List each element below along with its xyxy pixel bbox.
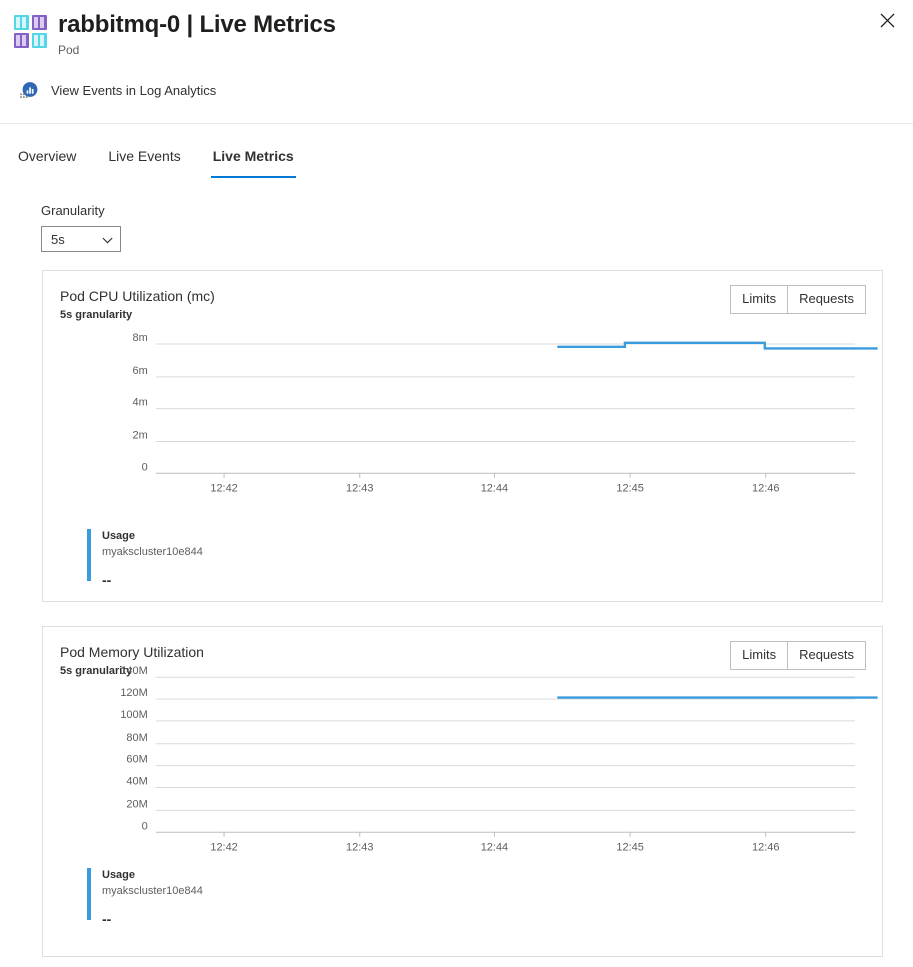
svg-text:12:43: 12:43 <box>346 842 373 854</box>
svg-text:4m: 4m <box>133 397 148 409</box>
pod-memory-utilization-card: Pod Memory Utilization 5s granularity Li… <box>42 626 883 957</box>
pod-grid-icon <box>14 15 48 49</box>
granularity-control: Granularity 5s <box>0 178 913 252</box>
page-header: rabbitmq-0 | Live Metrics Pod <box>0 0 913 58</box>
mem-legend: Usage myakscluster10e844 -- <box>87 868 203 927</box>
svg-text:2m: 2m <box>133 430 148 442</box>
pod-cpu-utilization-card: Pod CPU Utilization (mc) 5s granularity … <box>42 270 883 602</box>
svg-text:12:44: 12:44 <box>481 483 508 495</box>
svg-text:60M: 60M <box>126 754 147 766</box>
page-subtitle: Pod <box>58 43 80 57</box>
granularity-select[interactable]: 5s <box>41 226 121 252</box>
page-title: rabbitmq-0 | Live Metrics <box>58 11 336 38</box>
log-analytics-chart-icon <box>18 80 40 102</box>
svg-text:20M: 20M <box>126 798 147 810</box>
svg-text:12:46: 12:46 <box>752 483 779 495</box>
granularity-label: Granularity <box>41 203 105 218</box>
tab-overview[interactable]: Overview <box>16 140 78 178</box>
svg-text:12:42: 12:42 <box>210 483 237 495</box>
svg-text:40M: 40M <box>126 776 147 788</box>
close-button[interactable] <box>871 6 903 38</box>
svg-text:120M: 120M <box>120 687 147 699</box>
svg-text:0: 0 <box>142 461 148 473</box>
cpu-legend-value: -- <box>102 572 112 588</box>
svg-text:140M: 140M <box>120 665 147 677</box>
svg-text:12:45: 12:45 <box>616 483 643 495</box>
tab-live-events[interactable]: Live Events <box>106 140 182 178</box>
svg-text:0: 0 <box>142 820 148 832</box>
view-events-label: View Events in Log Analytics <box>51 83 217 98</box>
tab-live-metrics[interactable]: Live Metrics <box>210 140 296 178</box>
svg-text:12:43: 12:43 <box>346 483 373 495</box>
mem-legend-series-name: Usage <box>102 869 136 881</box>
cpu-legend: Usage myakscluster10e844 -- <box>87 529 203 588</box>
svg-text:8m: 8m <box>133 332 148 344</box>
cpu-legend-series-source: myakscluster10e844 <box>102 546 203 558</box>
chevron-down-icon <box>102 232 113 247</box>
svg-text:80M: 80M <box>126 732 147 744</box>
cpu-legend-series-name: Usage <box>102 530 136 542</box>
svg-text:12:44: 12:44 <box>481 842 508 854</box>
title-block: rabbitmq-0 | Live Metrics Pod <box>58 10 336 58</box>
granularity-value: 5s <box>51 231 65 247</box>
mem-legend-series-source: myakscluster10e844 <box>102 885 203 897</box>
view-events-in-log-analytics-button[interactable]: View Events in Log Analytics <box>18 80 216 102</box>
tab-list: Overview Live Events Live Metrics <box>0 140 913 178</box>
command-bar: View Events in Log Analytics <box>0 58 913 124</box>
cpu-legend-color-bar <box>87 529 91 581</box>
svg-text:12:45: 12:45 <box>616 842 643 854</box>
svg-text:100M: 100M <box>120 709 147 721</box>
mem-legend-color-bar <box>87 868 91 920</box>
svg-text:12:46: 12:46 <box>752 842 779 854</box>
header-identity: rabbitmq-0 | Live Metrics Pod <box>0 10 913 58</box>
svg-text:6m: 6m <box>133 365 148 377</box>
svg-text:12:42: 12:42 <box>210 842 237 854</box>
mem-legend-value: -- <box>102 911 112 927</box>
close-icon <box>880 13 895 31</box>
